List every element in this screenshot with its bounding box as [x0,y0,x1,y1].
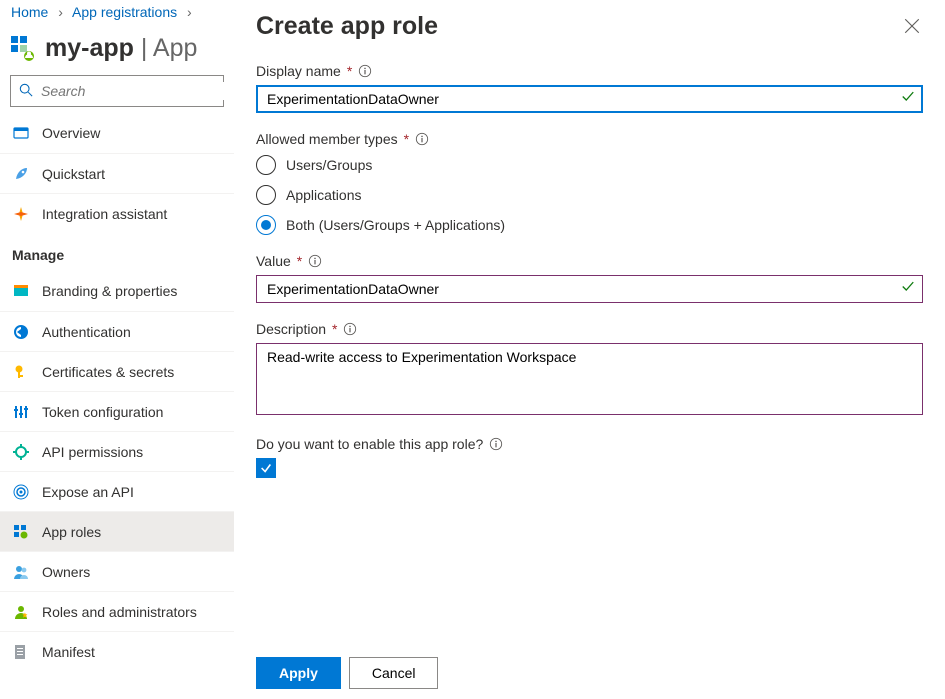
search-input[interactable] [39,82,225,100]
nav-label: Branding & properties [42,283,234,299]
info-icon[interactable] [308,254,322,268]
radio-label: Both (Users/Groups + Applications) [286,217,505,233]
required-indicator: * [297,253,302,269]
certificates-icon [12,363,30,381]
radio-icon [256,155,276,175]
nav-item-api-permissions[interactable]: API permissions [0,431,234,471]
nav-label: Authentication [42,324,234,340]
page-title-row: my-app | App [0,24,234,75]
nav-section-manage: Manage [0,233,234,271]
authentication-icon [12,323,30,341]
nav-item-owners[interactable]: Owners [0,551,234,591]
member-types-label: Allowed member types [256,131,398,147]
manifest-icon [12,643,30,661]
required-indicator: * [347,63,352,79]
app-registration-icon [11,36,37,62]
nav-item-token-config[interactable]: Token configuration [0,391,234,431]
value-input[interactable] [256,275,923,303]
overview-icon [12,124,30,142]
expose-api-icon [12,483,30,501]
breadcrumb-app-registrations[interactable]: App registrations [72,4,177,20]
nav-item-authentication[interactable]: Authentication [0,311,234,351]
info-icon[interactable] [343,322,357,336]
apply-button[interactable]: Apply [256,657,341,689]
nav-label: Certificates & secrets [42,364,234,380]
quickstart-icon [12,165,30,183]
nav-item-integration-assistant[interactable]: Integration assistant [0,193,234,233]
search-icon [19,83,33,100]
nav-item-app-roles[interactable]: App roles [0,511,234,551]
display-name-label: Display name [256,63,341,79]
nav-item-roles-admins[interactable]: Roles and administrators [0,591,234,631]
breadcrumb: Home › App registrations › [0,4,234,24]
radio-users-groups[interactable]: Users/Groups [256,155,923,175]
valid-check-icon [901,90,915,109]
create-app-role-panel: Create app role Display name * Allowed m… [234,0,945,699]
enable-label: Do you want to enable this app role? [256,436,483,452]
nav-item-certificates[interactable]: Certificates & secrets [0,351,234,391]
chevron-right-icon: › [52,4,69,20]
radio-label: Users/Groups [286,157,372,173]
nav-item-branding[interactable]: Branding & properties [0,271,234,311]
description-input[interactable] [256,343,923,415]
nav-label: Integration assistant [42,206,234,222]
token-config-icon [12,403,30,421]
nav-label: Manifest [42,644,234,660]
display-name-input[interactable] [256,85,923,113]
nav-item-manifest[interactable]: Manifest [0,631,234,671]
nav-label: Token configuration [42,404,234,420]
info-icon[interactable] [415,132,429,146]
panel-title: Create app role [256,12,903,41]
nav-label: Overview [42,125,234,141]
search-box[interactable] [10,75,224,107]
nav-item-overview[interactable]: Overview [0,113,234,153]
nav-label: Roles and administrators [42,604,234,620]
roles-admins-icon [12,603,30,621]
close-icon[interactable] [903,17,923,37]
owners-icon [12,563,30,581]
api-permissions-icon [12,443,30,461]
nav-label: App roles [42,524,234,540]
enable-checkbox[interactable] [256,458,276,478]
info-icon[interactable] [358,64,372,78]
description-label: Description [256,321,326,337]
nav-label: Owners [42,564,234,580]
chevron-right-icon: › [181,4,198,20]
radio-icon [256,185,276,205]
nav-item-expose-api[interactable]: Expose an API [0,471,234,511]
info-icon[interactable] [489,437,503,451]
radio-applications[interactable]: Applications [256,185,923,205]
value-label: Value [256,253,291,269]
cancel-button[interactable]: Cancel [349,657,439,689]
nav-label: API permissions [42,444,234,460]
radio-icon [256,215,276,235]
integration-assistant-icon [12,205,30,223]
nav-label: Quickstart [42,166,234,182]
page-title: my-app | App [45,34,197,63]
branding-icon [12,282,30,300]
nav-label: Expose an API [42,484,234,500]
required-indicator: * [332,321,337,337]
valid-check-icon [901,280,915,299]
radio-both[interactable]: Both (Users/Groups + Applications) [256,215,923,235]
breadcrumb-home[interactable]: Home [11,4,48,20]
radio-label: Applications [286,187,362,203]
app-roles-icon [12,523,30,541]
nav-item-quickstart[interactable]: Quickstart [0,153,234,193]
required-indicator: * [404,131,409,147]
